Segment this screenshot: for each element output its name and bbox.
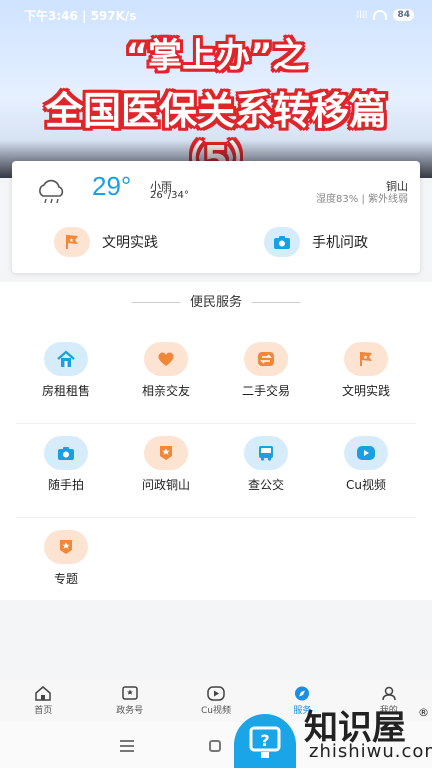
camera-icon	[44, 436, 88, 470]
service-snapshot[interactable]: 随手拍	[16, 424, 116, 517]
weather-range: 26°/34°	[150, 190, 189, 201]
service-dating[interactable]: 相亲交友	[116, 330, 216, 423]
compass-icon	[295, 686, 310, 701]
weather-detail: 湿度83% | 紫外线弱	[316, 194, 408, 205]
nav-label: Cu视频	[200, 706, 231, 716]
service-label: 随手拍	[47, 478, 84, 492]
services-title: 便民服务	[0, 291, 432, 310]
nav-gov-accounts[interactable]: 政务号	[86, 680, 172, 722]
banner-title-line1: “掌上办”之	[125, 36, 307, 76]
battery-icon: 84	[393, 9, 414, 21]
user-icon	[382, 686, 396, 701]
services-grid: 房租租售 相亲交友 二手交易 文明实践 随手拍 问政铜山 查公交 Cu视频 专题	[16, 330, 416, 612]
home-icon	[35, 686, 51, 701]
service-label: 二手交易	[241, 384, 290, 398]
nav-label: 首页	[34, 706, 53, 716]
video-icon	[207, 686, 225, 701]
service-cu-video[interactable]: Cu视频	[316, 424, 416, 517]
menu-icon[interactable]	[120, 740, 134, 755]
banner-title-line2: 全国医保关系转移篇	[44, 89, 387, 133]
wifi-icon	[373, 10, 388, 20]
service-label: 相亲交友	[141, 384, 190, 398]
service-bus[interactable]: 查公交	[216, 424, 316, 517]
quick-link-label: 文明实践	[102, 235, 158, 251]
star-box-icon	[121, 686, 138, 700]
svg-text:?: ?	[260, 731, 269, 750]
service-secondhand[interactable]: 二手交易	[216, 330, 316, 423]
watermark-logo: ?	[234, 714, 296, 768]
quick-link-civilization[interactable]: 文明实践	[54, 227, 158, 257]
play-icon	[344, 436, 388, 470]
badge-star-icon	[44, 530, 88, 564]
weather-temperature: 29°	[92, 171, 132, 201]
service-label: 专题	[53, 572, 78, 586]
service-label: 文明实践	[341, 384, 390, 398]
service-label: 问政铜山	[141, 478, 190, 492]
service-label: 查公交	[247, 478, 284, 492]
service-label: 房租租售	[41, 384, 90, 398]
nav-label: 政务号	[116, 706, 144, 716]
bus-icon	[244, 436, 288, 470]
flag-icon	[54, 227, 90, 257]
service-topics[interactable]: 专题	[16, 518, 116, 612]
watermark-registered: ®	[418, 706, 429, 719]
house-icon	[44, 342, 88, 376]
heart-icon	[144, 342, 188, 376]
badge-star-icon	[144, 436, 188, 470]
quick-link-inquiry[interactable]: 手机问政	[264, 227, 368, 257]
camera-icon	[264, 227, 300, 257]
watermark-domain: zhishiwu.com	[309, 741, 432, 762]
cloud-rain-icon	[39, 179, 64, 204]
flag-icon	[344, 342, 388, 376]
quick-link-label: 手机问政	[312, 235, 368, 251]
service-rental[interactable]: 房租租售	[16, 330, 116, 423]
signal-icon: llll	[356, 9, 368, 21]
service-label: Cu视频	[346, 478, 386, 492]
status-time: 下午3:46 | 597K/s	[24, 8, 137, 23]
weather-card: 29° 小雨 26°/34° 铜山 湿度83% | 紫外线弱 文明实践 手机问政	[12, 161, 420, 273]
exchange-icon	[244, 342, 288, 376]
status-bar: 下午3:46 | 597K/s llll 84	[0, 0, 432, 30]
home-button-icon[interactable]	[209, 740, 221, 752]
service-civilization[interactable]: 文明实践	[316, 330, 416, 423]
services-section: 便民服务 房租租售 相亲交友 二手交易 文明实践 随手拍 问政铜山 查公交 Cu…	[0, 282, 432, 600]
service-inquiry[interactable]: 问政铜山	[116, 424, 216, 517]
nav-home[interactable]: 首页	[0, 680, 86, 722]
